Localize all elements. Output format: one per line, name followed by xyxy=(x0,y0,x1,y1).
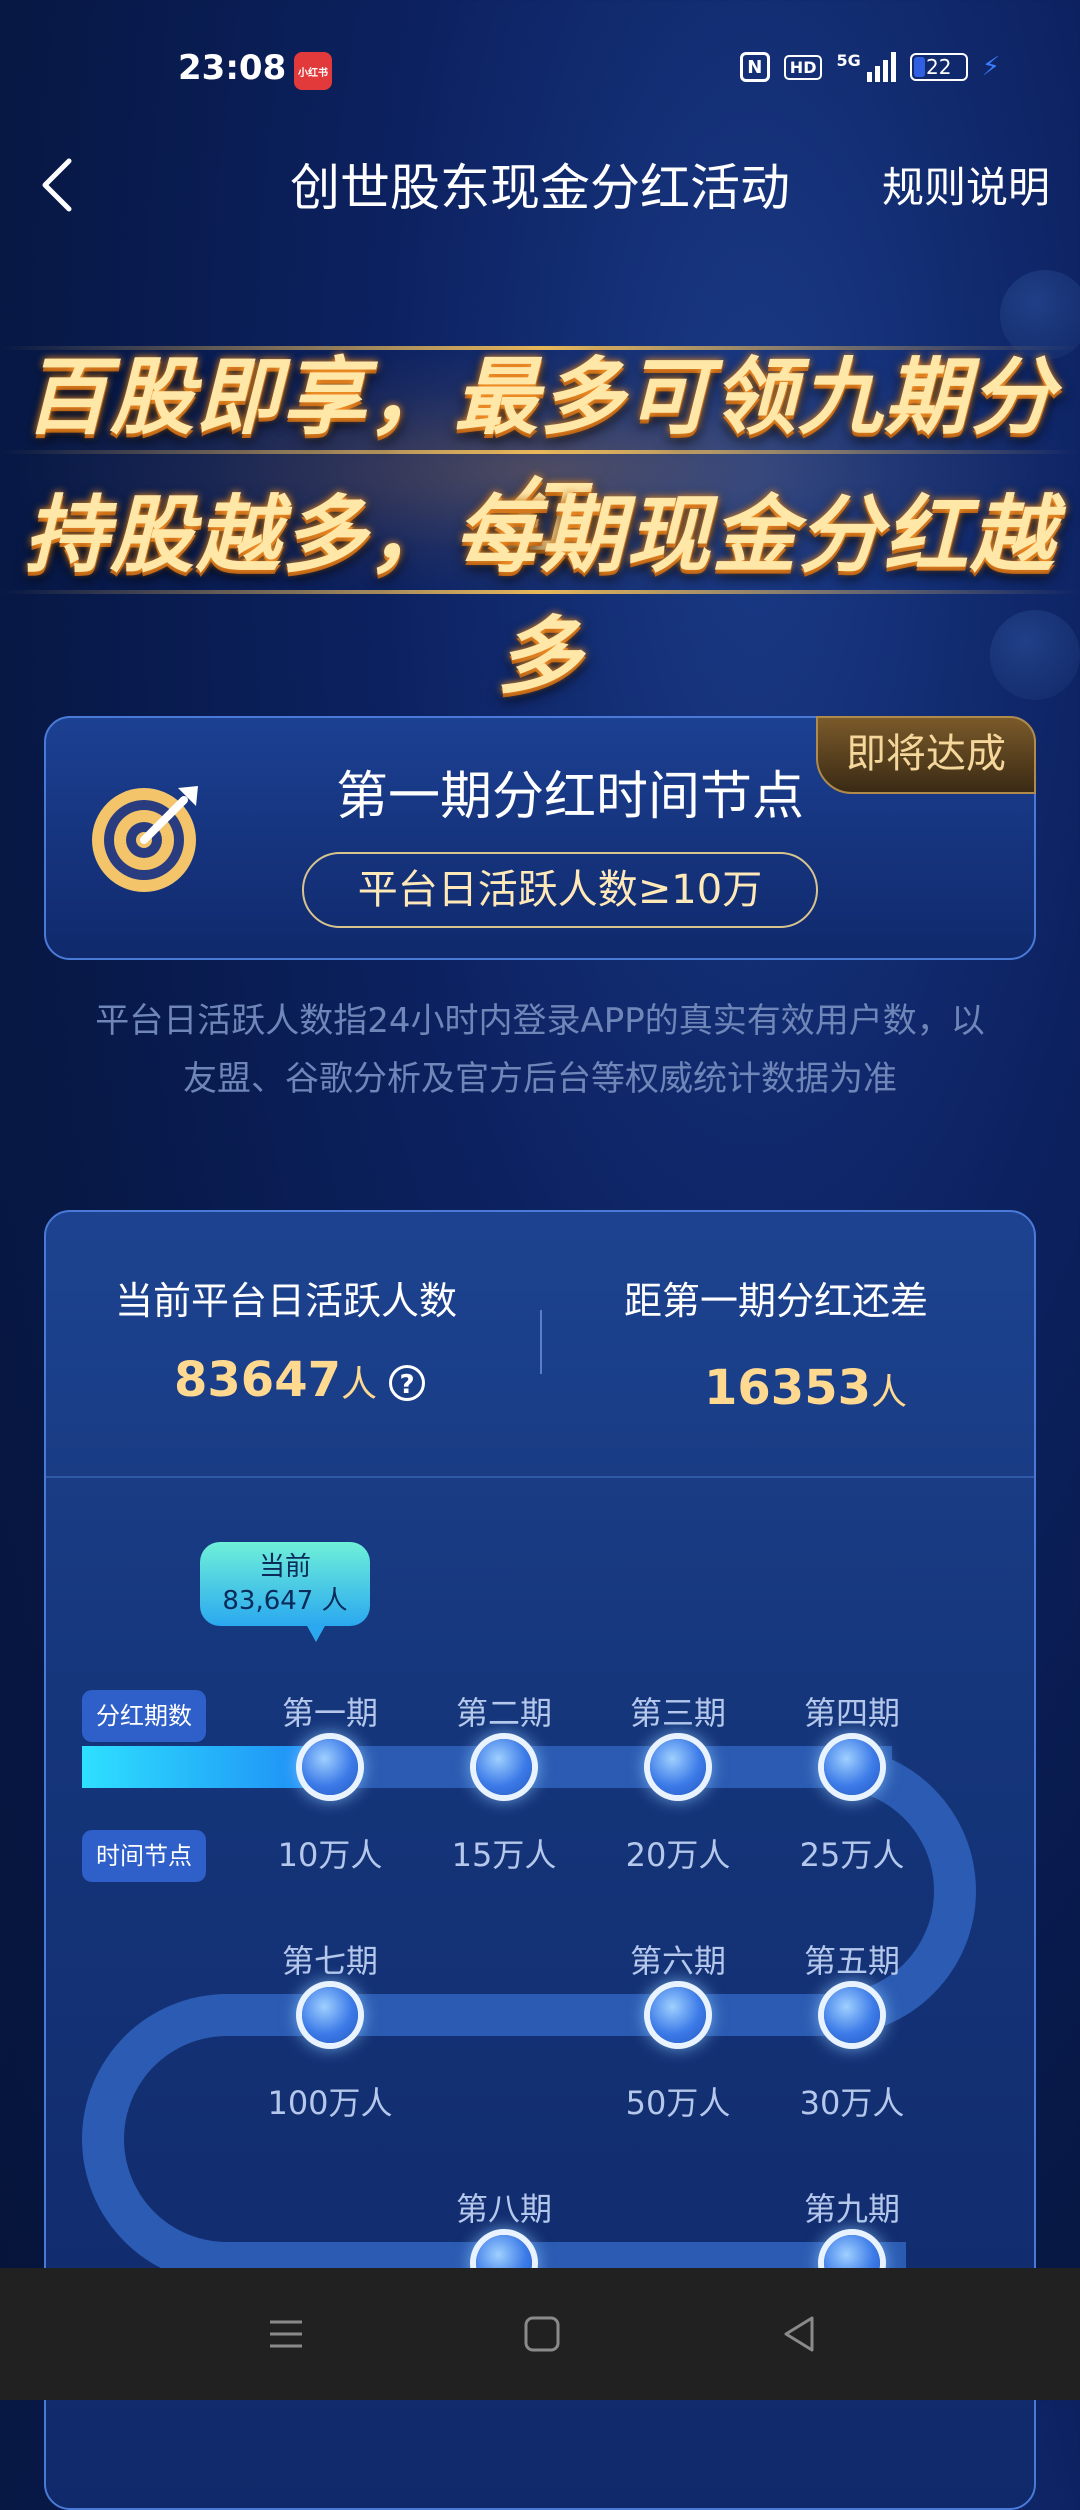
time-row-tag: 时间节点 xyxy=(82,1830,206,1882)
phase-threshold: 50万人 xyxy=(625,2084,731,2122)
phase-label: 第九期 xyxy=(803,2190,900,2228)
battery-level-fill xyxy=(913,57,925,77)
phase-label: 第四期 xyxy=(803,1694,900,1732)
menu-icon[interactable] xyxy=(264,2312,308,2356)
progress-track-fill xyxy=(82,1746,318,1788)
phase-node[interactable] xyxy=(476,1739,532,1795)
panel-divider xyxy=(46,1476,1034,1478)
phase-threshold: 20万人 xyxy=(625,1836,731,1874)
app-notification-icon: 小红书 xyxy=(294,52,332,90)
status-time: 23:08 xyxy=(178,48,287,88)
milestone-card: 第一期分红时间节点 平台日活跃人数≥10万 即将达成 xyxy=(44,716,1036,960)
nav-bar: 创世股东现金分红活动 规则说明 xyxy=(0,140,1080,240)
status-bar: 23:08 小红书 N HD 5G 22 ⚡ xyxy=(0,0,1080,145)
back-icon[interactable] xyxy=(778,2312,822,2356)
phase-label: 第七期 xyxy=(281,1942,378,1980)
milestone-condition: 平台日活跃人数≥10万 xyxy=(302,852,818,928)
stat-divider xyxy=(540,1310,542,1374)
charging-bolt-icon: ⚡ xyxy=(981,52,1000,82)
current-dau-unit: 人 xyxy=(341,1364,378,1405)
hd-icon: HD xyxy=(783,54,823,80)
current-dau-label: 当前平台日活跃人数 xyxy=(114,1279,457,1323)
phase-threshold: 100万人 xyxy=(267,2084,393,2122)
nfc-icon: N xyxy=(739,52,770,82)
remaining-unit: 人 xyxy=(871,1372,908,1413)
phase-label: 第二期 xyxy=(455,1694,552,1732)
current-dau-value: 83647人? xyxy=(174,1352,426,1408)
network-type: 5G xyxy=(836,50,861,70)
phase-threshold: 15万人 xyxy=(451,1836,557,1874)
current-progress-bubble: 当前 83,647 人 xyxy=(200,1542,370,1626)
remaining-value: 16353人 xyxy=(704,1360,907,1416)
progress-track-curve-left xyxy=(82,1994,412,2284)
phase-threshold: 25万人 xyxy=(799,1836,905,1874)
help-icon[interactable]: ? xyxy=(389,1365,426,1401)
banner-headline-2: 持股越多，每期现金分红越多 xyxy=(23,486,1056,705)
current-dau-number: 83647 xyxy=(174,1352,341,1408)
home-icon[interactable] xyxy=(520,2312,564,2356)
phase-row-tag: 分红期数 xyxy=(82,1690,206,1742)
battery-percent: 22 xyxy=(926,55,952,79)
status-icons: N HD 5G 22 ⚡ xyxy=(739,50,1000,82)
phase-node[interactable] xyxy=(302,1987,358,2043)
phase-label: 第一期 xyxy=(281,1694,378,1732)
phase-label: 第三期 xyxy=(629,1694,726,1732)
phase-node[interactable] xyxy=(650,1987,706,2043)
phase-label: 第六期 xyxy=(629,1942,726,1980)
system-nav-bar xyxy=(0,2268,1080,2400)
bubble-pointer xyxy=(306,1624,326,1642)
signal-icon xyxy=(866,52,896,82)
phase-threshold: 10万人 xyxy=(277,1836,383,1874)
phase-node[interactable] xyxy=(302,1739,358,1795)
battery-icon: 22 xyxy=(909,53,968,81)
phase-threshold: 30万人 xyxy=(799,2084,905,2122)
phase-label: 第五期 xyxy=(803,1942,900,1980)
phase-label: 第八期 xyxy=(455,2190,552,2228)
hero-banner: 百股即享，最多可领九期分红 持股越多，每期现金分红越多 xyxy=(0,270,1080,705)
description-text: 平台日活跃人数指24小时内登录APP的真实有效用户数，以友盟、谷歌分析及官方后台… xyxy=(95,1001,985,1099)
phase-node[interactable] xyxy=(824,1739,880,1795)
phase-node[interactable] xyxy=(824,1987,880,2043)
bubble-value: 83,647 人 xyxy=(222,1586,348,1616)
status-badge: 即将达成 xyxy=(816,716,1036,794)
remaining-label: 距第一期分红还差 xyxy=(623,1279,928,1323)
rules-link[interactable]: 规则说明 xyxy=(882,154,1050,215)
bubble-title: 当前 xyxy=(258,1552,311,1582)
phase-node[interactable] xyxy=(650,1739,706,1795)
remaining-number: 16353 xyxy=(704,1360,871,1416)
